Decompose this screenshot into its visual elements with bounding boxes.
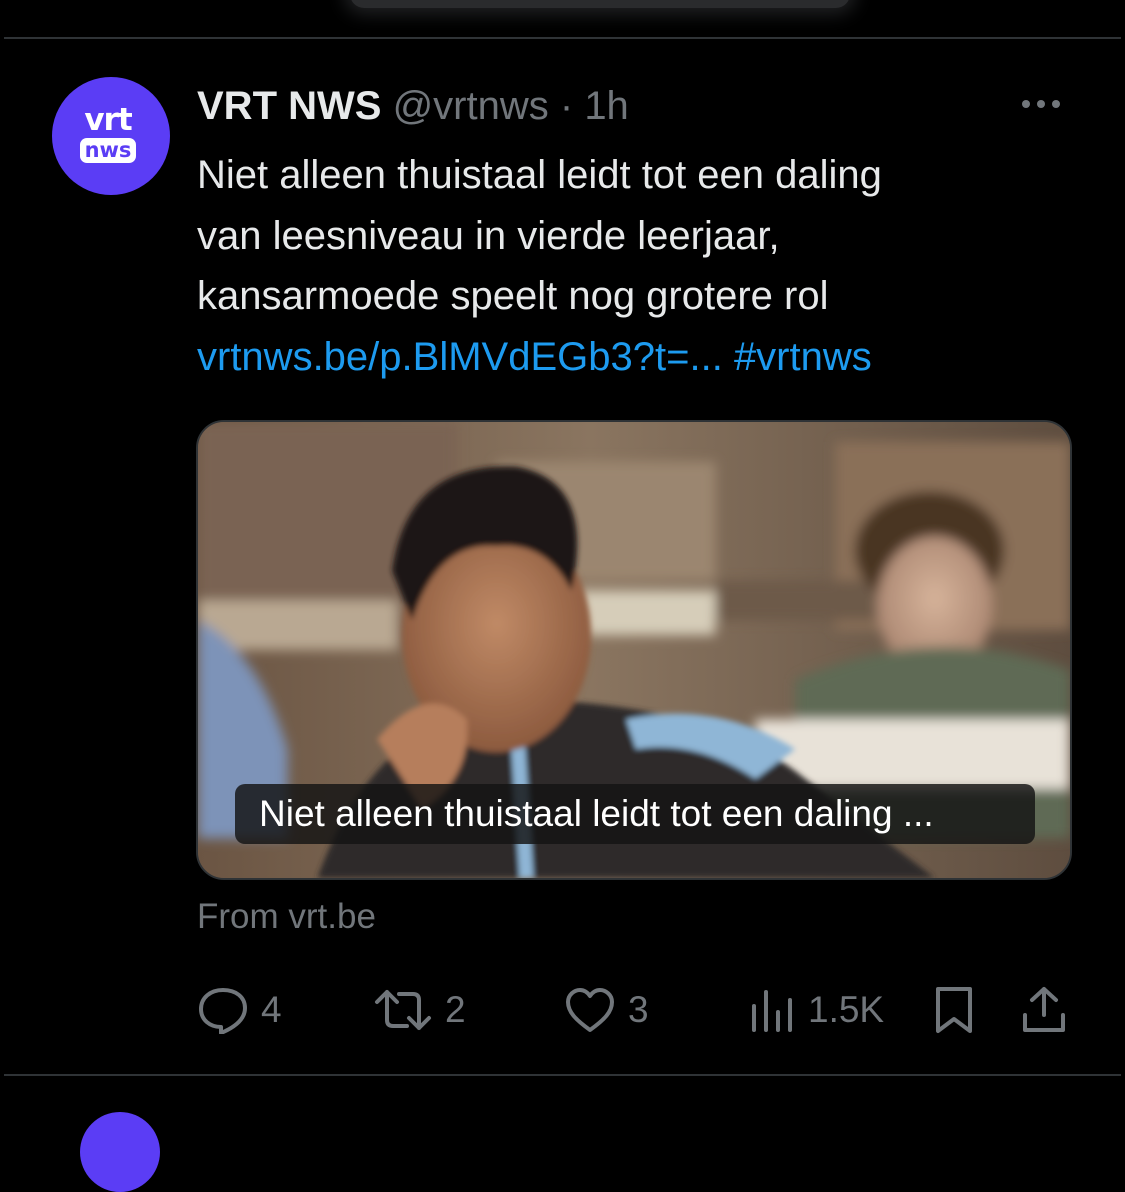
views-icon — [748, 986, 796, 1034]
timestamp[interactable]: 1h — [584, 84, 629, 128]
like-button[interactable]: 3 — [564, 983, 649, 1037]
next-tweet-avatar[interactable] — [80, 1112, 160, 1192]
heart-icon — [564, 986, 616, 1034]
avatar-logo-top: vrt — [84, 102, 132, 138]
separator-dot: · — [559, 84, 574, 128]
card-source[interactable]: From vrt.be — [197, 895, 376, 939]
action-bar: 4 2 3 1.5K — [0, 983, 1125, 1037]
tweet-text-line: Niet alleen thuistaal leidt tot een dali… — [197, 153, 882, 197]
more-dot — [1022, 100, 1030, 108]
handle[interactable]: @vrtnws — [393, 84, 549, 128]
tweet-links-line: vrtnws.be/p.BlMVdEGb3?t=... #vrtnws — [197, 327, 1077, 388]
reply-icon — [197, 986, 249, 1034]
views-count: 1.5K — [808, 989, 885, 1030]
top-divider — [4, 37, 1121, 39]
avatar-logo-bottom: nws — [79, 138, 137, 163]
repost-count: 2 — [445, 989, 466, 1030]
views-button[interactable]: 1.5K — [748, 983, 884, 1037]
bookmark-icon — [932, 985, 976, 1035]
share-button[interactable] — [1020, 983, 1068, 1037]
tweet-header: VRT NWS @vrtnws · 1h — [197, 83, 629, 129]
repost-button[interactable]: 2 — [373, 983, 466, 1037]
top-scroll-pill — [350, 0, 850, 8]
link-card[interactable]: Niet alleen thuistaal leidt tot een dali… — [196, 420, 1072, 880]
reply-button[interactable]: 4 — [197, 983, 282, 1037]
tweet-text-line: van leesniveau in vierde leerjaar, — [197, 213, 780, 258]
bookmark-button[interactable] — [932, 983, 976, 1037]
bottom-divider — [4, 1074, 1121, 1076]
tweet-text: Niet alleen thuistaal leidt tot een dali… — [197, 145, 1077, 387]
repost-icon — [373, 986, 433, 1034]
avatar[interactable]: vrt nws — [52, 77, 170, 195]
like-count: 3 — [628, 989, 649, 1030]
reply-count: 4 — [261, 989, 282, 1030]
share-icon — [1020, 985, 1068, 1035]
display-name[interactable]: VRT NWS — [197, 84, 381, 128]
tweet-text-line: kansarmoede speelt nog grotere rol — [197, 274, 829, 318]
more-icon[interactable] — [1022, 100, 1060, 108]
article-link[interactable]: vrtnws.be/p.BlMVdEGb3?t=... — [197, 335, 723, 379]
card-caption: Niet alleen thuistaal leidt tot een dali… — [235, 784, 1035, 844]
more-dot — [1052, 100, 1060, 108]
hashtag-link[interactable]: #vrtnws — [734, 335, 872, 379]
more-dot — [1037, 100, 1045, 108]
